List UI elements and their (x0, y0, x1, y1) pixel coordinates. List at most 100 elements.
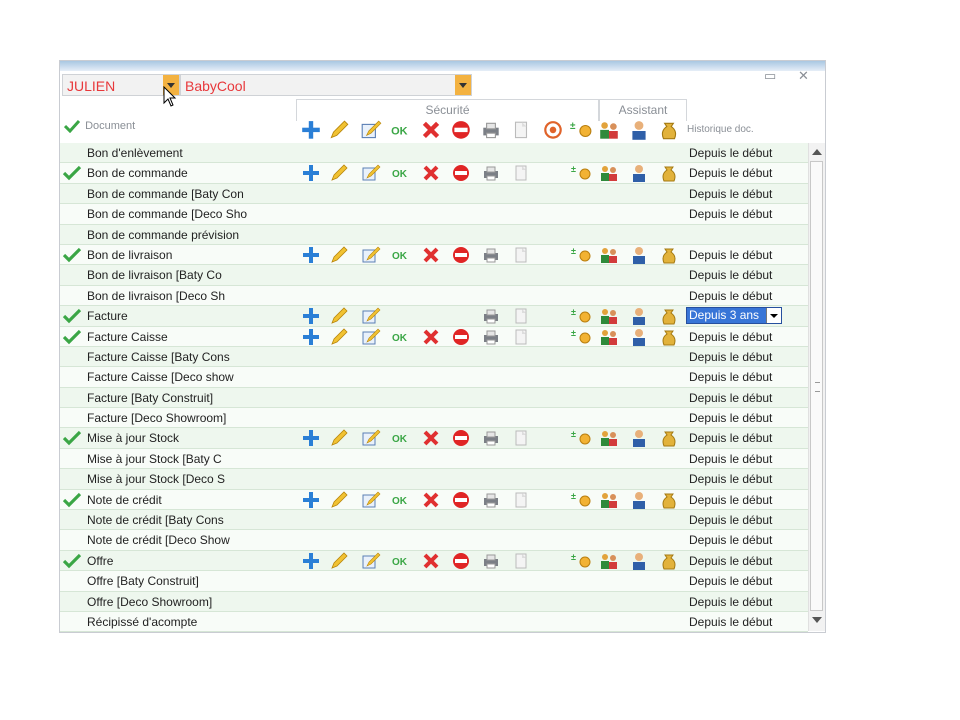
history-value[interactable]: Depuis le début (689, 574, 772, 588)
history-value[interactable]: Depuis le début (689, 493, 772, 507)
history-value[interactable]: Depuis le début (689, 146, 772, 160)
history-value[interactable]: Depuis le début (689, 166, 772, 180)
history-value[interactable]: Depuis le début (689, 268, 772, 282)
table-row[interactable]: Note de crédit OK ± Depuis le début (60, 489, 808, 511)
ok-icon[interactable]: OK (391, 429, 411, 447)
plus-minus-currency-icon[interactable]: ± (571, 552, 591, 570)
table-row[interactable]: Offre [Deco Showroom] Depuis le début (60, 591, 808, 612)
group-icon[interactable] (599, 246, 619, 264)
pencil-icon[interactable] (329, 327, 349, 346)
money-bag-icon[interactable] (659, 164, 679, 182)
header-ok-icon[interactable]: OK (390, 120, 412, 142)
document-copy-icon[interactable] (511, 552, 531, 570)
header-money-bag-icon[interactable] (658, 120, 680, 142)
no-entry-icon[interactable] (451, 491, 471, 509)
plus-minus-currency-icon[interactable]: ± (571, 491, 591, 509)
printer-icon[interactable] (481, 429, 501, 447)
person-icon[interactable] (629, 246, 649, 264)
table-row[interactable]: Bon de commande [Baty Con Depuis le début (60, 183, 808, 205)
plus-icon[interactable] (301, 307, 321, 325)
no-entry-icon[interactable] (451, 328, 471, 346)
table-row[interactable]: Bon de livraison [Deco Sh Depuis le début (60, 285, 808, 307)
header-plus-minus-currency-icon[interactable]: ± (570, 120, 592, 142)
table-row[interactable]: Mise à jour Stock OK ± Depuis le début (60, 428, 808, 449)
history-dropdown[interactable]: Depuis 3 ans (686, 307, 782, 325)
table-row[interactable]: Récipissé d'acompte Depuis le début (60, 611, 808, 633)
edit-modify-icon[interactable] (361, 552, 381, 570)
edit-modify-icon[interactable] (361, 246, 381, 264)
person-icon[interactable] (629, 328, 649, 346)
document-copy-icon[interactable] (511, 328, 531, 346)
table-row[interactable]: Bon de livraison OK ± Depuis le début (60, 244, 808, 266)
printer-icon[interactable] (481, 246, 501, 264)
person-icon[interactable] (629, 164, 649, 183)
history-value[interactable]: Depuis le début (689, 554, 772, 568)
check-icon[interactable] (62, 308, 82, 324)
edit-modify-icon[interactable] (361, 164, 381, 182)
red-x-icon[interactable] (421, 552, 441, 570)
document-copy-icon[interactable] (511, 491, 531, 509)
document-copy-icon[interactable] (511, 164, 531, 182)
person-icon[interactable] (629, 307, 649, 326)
scroll-down-icon[interactable] (812, 617, 822, 623)
history-value[interactable]: Depuis le début (689, 350, 772, 364)
document-copy-icon[interactable] (511, 429, 531, 447)
printer-icon[interactable] (481, 307, 501, 325)
history-value[interactable]: Depuis le début (689, 472, 772, 486)
pencil-icon[interactable] (329, 429, 349, 447)
person-icon[interactable] (629, 429, 649, 448)
header-pencil-icon[interactable] (328, 120, 350, 142)
edit-modify-icon[interactable] (361, 429, 381, 447)
table-row[interactable]: Facture [Baty Construit] Depuis le début (60, 387, 808, 409)
header-plus-icon[interactable] (300, 120, 322, 142)
plus-minus-currency-icon[interactable]: ± (571, 429, 591, 447)
chevron-down-icon[interactable] (455, 75, 471, 95)
group-icon[interactable] (599, 307, 619, 325)
no-entry-icon[interactable] (451, 552, 471, 570)
plus-icon[interactable] (301, 164, 321, 182)
pencil-icon[interactable] (329, 246, 349, 264)
money-bag-icon[interactable] (659, 429, 679, 447)
plus-icon[interactable] (301, 429, 321, 447)
plus-minus-currency-icon[interactable]: ± (571, 307, 591, 325)
no-entry-icon[interactable] (451, 429, 471, 447)
money-bag-icon[interactable] (659, 552, 679, 570)
history-value[interactable]: Depuis le début (689, 513, 772, 527)
printer-icon[interactable] (481, 552, 501, 570)
printer-icon[interactable] (481, 491, 501, 509)
printer-icon[interactable] (481, 328, 501, 346)
table-row[interactable]: Bon de commande OK ± Depuis le début (60, 163, 808, 184)
person-icon[interactable] (629, 491, 649, 509)
table-row[interactable]: Note de crédit [Baty Cons Depuis le début (60, 510, 808, 531)
plus-icon[interactable] (301, 552, 321, 570)
check-icon[interactable] (62, 553, 82, 569)
header-group-icon[interactable] (598, 120, 620, 142)
pencil-icon[interactable] (329, 307, 349, 325)
history-value[interactable]: Depuis le début (689, 431, 772, 445)
red-x-icon[interactable] (421, 246, 441, 264)
header-printer-icon[interactable] (480, 120, 502, 142)
minimize-icon[interactable]: ▭ (764, 68, 776, 84)
group-icon[interactable] (599, 328, 619, 346)
table-row[interactable]: Facture Caisse OK ± Depuis le début (60, 326, 808, 347)
document-copy-icon[interactable] (511, 246, 531, 264)
money-bag-icon[interactable] (659, 246, 679, 264)
pencil-icon[interactable] (329, 491, 349, 509)
company-combobox[interactable]: BabyCool (180, 74, 472, 96)
history-value[interactable]: Depuis le début (689, 533, 772, 547)
table-row[interactable]: Mise à jour Stock [Baty C Depuis le début (60, 448, 808, 470)
edit-modify-icon[interactable] (361, 491, 381, 509)
table-row[interactable]: Mise à jour Stock [Deco S Depuis le début (60, 469, 808, 490)
check-icon[interactable] (62, 165, 82, 181)
table-row[interactable]: Bon de livraison [Baty Co Depuis le début (60, 265, 808, 286)
table-row[interactable]: Note de crédit [Deco Show Depuis le début (60, 530, 808, 551)
pencil-icon[interactable] (329, 552, 349, 570)
history-value[interactable]: Depuis le début (689, 207, 772, 221)
vertical-scrollbar[interactable] (808, 143, 825, 631)
group-icon[interactable] (599, 429, 619, 447)
table-row[interactable]: Facture ± Depuis 3 ans (60, 306, 808, 327)
table-row[interactable]: Facture [Deco Showroom] Depuis le début (60, 408, 808, 429)
ok-icon[interactable]: OK (391, 246, 411, 264)
printer-icon[interactable] (481, 164, 501, 182)
history-value[interactable]: Depuis le début (689, 370, 772, 384)
